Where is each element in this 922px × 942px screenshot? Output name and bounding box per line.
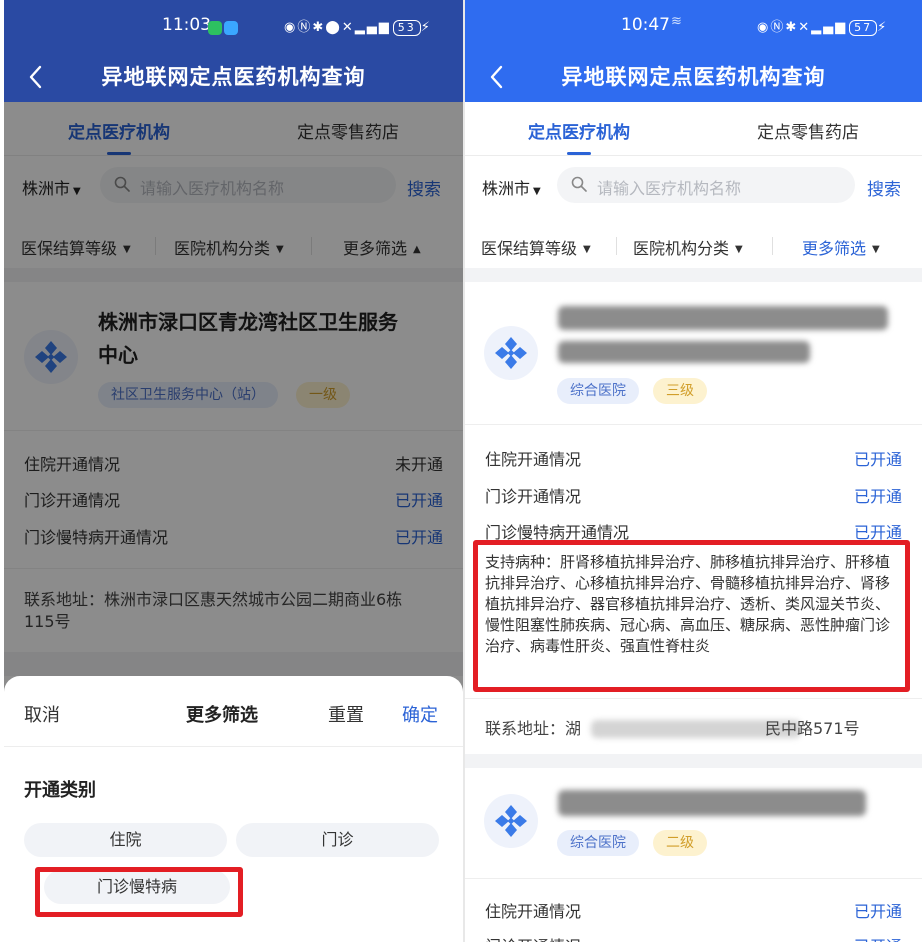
- caret-down-icon: ▼: [533, 186, 541, 197]
- redacted-name: [558, 790, 866, 816]
- redacted-name: [558, 306, 888, 330]
- more-filter-sheet: 取消 更多筛选 重置 确定 开通类别 住院 门诊 门诊慢特病: [4, 676, 463, 942]
- signal-icon: ▂▄▆: [811, 20, 848, 35]
- filter-label: 更多筛选: [802, 239, 867, 258]
- filter-more[interactable]: 更多筛选 ▼: [802, 235, 880, 259]
- search-icon: [571, 176, 587, 192]
- institution-level-tag: 二级: [653, 830, 707, 856]
- filter-label: 医保结算等级: [481, 239, 578, 258]
- search-button[interactable]: 搜索: [867, 175, 901, 200]
- caret-down-icon: ▼: [583, 244, 591, 255]
- institution-type-tag: 综合医院: [557, 378, 639, 404]
- section-gap: [465, 754, 922, 768]
- page-title: 异地联网定点医药机构查询: [561, 65, 826, 89]
- mute-icon: ✕: [798, 20, 812, 35]
- status-bar: 10:47 ≋ ◉Ⓝ✱✕▂▄▆ 57 ⚡: [465, 0, 922, 52]
- nav-bar: 异地联网定点医药机构查询: [465, 52, 922, 102]
- inpatient-status: 已开通: [853, 902, 902, 921]
- divider: [465, 878, 922, 879]
- city-selector[interactable]: 株洲市 ▼: [482, 175, 541, 199]
- medical-cross-icon: [495, 805, 527, 837]
- caret-down-icon: ▼: [735, 244, 743, 255]
- address-suffix: 民中路571号: [765, 719, 860, 738]
- city-label: 株洲市: [482, 179, 531, 198]
- eye-icon: ◉: [757, 20, 771, 35]
- status-time: 10:47: [621, 15, 670, 35]
- search-placeholder: 请输入医疗机构名称: [597, 179, 742, 198]
- divider: [772, 237, 773, 255]
- filter-label: 医院机构分类: [633, 239, 730, 258]
- section-gap: [465, 268, 922, 282]
- location-icon: ⬤: [325, 20, 342, 35]
- address-prefix: 联系地址：湖: [485, 719, 582, 738]
- hospital-logo: [484, 794, 538, 848]
- sheet-title: 更多筛选: [186, 705, 258, 726]
- wechat-icon: [208, 20, 222, 35]
- option-inpatient[interactable]: 住院: [24, 823, 227, 857]
- battery-icon: 53: [392, 20, 421, 36]
- tab-bar: 定点医疗机构 定点零售药店: [465, 102, 922, 156]
- search-input[interactable]: 请输入医疗机构名称: [557, 167, 855, 203]
- highlight-box: [473, 540, 910, 692]
- divider: [465, 698, 922, 699]
- highlight-box: [35, 867, 243, 917]
- tab-medical-institutions[interactable]: 定点医疗机构: [528, 118, 630, 143]
- bluetooth-icon: ✱: [785, 20, 799, 35]
- outpatient-status: 已开通: [853, 487, 902, 506]
- left-phone-screen: 11:03 ◉Ⓝ✱⬤✕▂▄▆ 53 ⚡ 异地联网定点医药机构查询 定点医疗机构 定点…: [4, 0, 463, 942]
- charging-icon: ⚡: [420, 20, 432, 35]
- institution-type-tag: 综合医院: [557, 830, 639, 856]
- outpatient-label: 门诊开通情况: [485, 933, 581, 942]
- caret-down-icon: ▼: [872, 244, 880, 255]
- institution-level-tag: 三级: [653, 378, 707, 404]
- inpatient-label: 住院开通情况: [485, 902, 582, 921]
- status-bar: 11:03 ◉Ⓝ✱⬤✕▂▄▆ 53 ⚡: [4, 0, 463, 52]
- tab-active-indicator: [567, 152, 591, 155]
- divider: [4, 746, 463, 747]
- tab-retail-pharmacies[interactable]: 定点零售药店: [757, 118, 859, 143]
- outpatient-status: 已开通: [854, 933, 902, 942]
- app-icon: [224, 20, 238, 35]
- opening-type-heading: 开通类别: [24, 780, 96, 801]
- filter-institution-type[interactable]: 医院机构分类 ▼: [633, 235, 743, 259]
- wifi-icon: ≋: [671, 14, 682, 29]
- page-title: 异地联网定点医药机构查询: [101, 65, 366, 89]
- right-phone-screen: 10:47 ≋ ◉Ⓝ✱✕▂▄▆ 57 ⚡ 异地联网定点医药机构查询 定点医疗机构 定…: [465, 0, 922, 942]
- confirm-button[interactable]: 确定: [402, 701, 438, 727]
- medical-cross-icon: [495, 337, 527, 369]
- battery-icon: 57: [849, 20, 878, 36]
- redacted-name: [558, 341, 810, 363]
- nav-bar: 异地联网定点医药机构查询: [4, 52, 463, 102]
- nfc-icon: Ⓝ: [770, 20, 786, 35]
- outpatient-label: 门诊开通情况: [485, 487, 582, 506]
- system-icons: ◉Ⓝ✱⬤✕▂▄▆ 53 ⚡: [284, 16, 432, 36]
- inpatient-status: 已开通: [853, 450, 902, 469]
- filter-settlement-level[interactable]: 医保结算等级 ▼: [481, 235, 591, 259]
- divider: [616, 237, 617, 255]
- signal-icon: ▂▄▆: [354, 20, 391, 35]
- reset-button[interactable]: 重置: [328, 701, 364, 727]
- system-icons: ◉Ⓝ✱✕▂▄▆ 57 ⚡: [757, 16, 888, 36]
- eye-icon: ◉: [284, 20, 298, 35]
- bluetooth-icon: ✱: [312, 20, 326, 35]
- option-outpatient[interactable]: 门诊: [236, 823, 439, 857]
- cancel-button[interactable]: 取消: [24, 701, 60, 727]
- charging-icon: ⚡: [877, 20, 889, 35]
- nfc-icon: Ⓝ: [297, 20, 313, 35]
- hospital-logo: [484, 326, 538, 380]
- divider: [465, 424, 922, 425]
- mute-icon: ✕: [341, 20, 355, 35]
- notification-icons: [204, 17, 238, 36]
- inpatient-label: 住院开通情况: [485, 450, 582, 469]
